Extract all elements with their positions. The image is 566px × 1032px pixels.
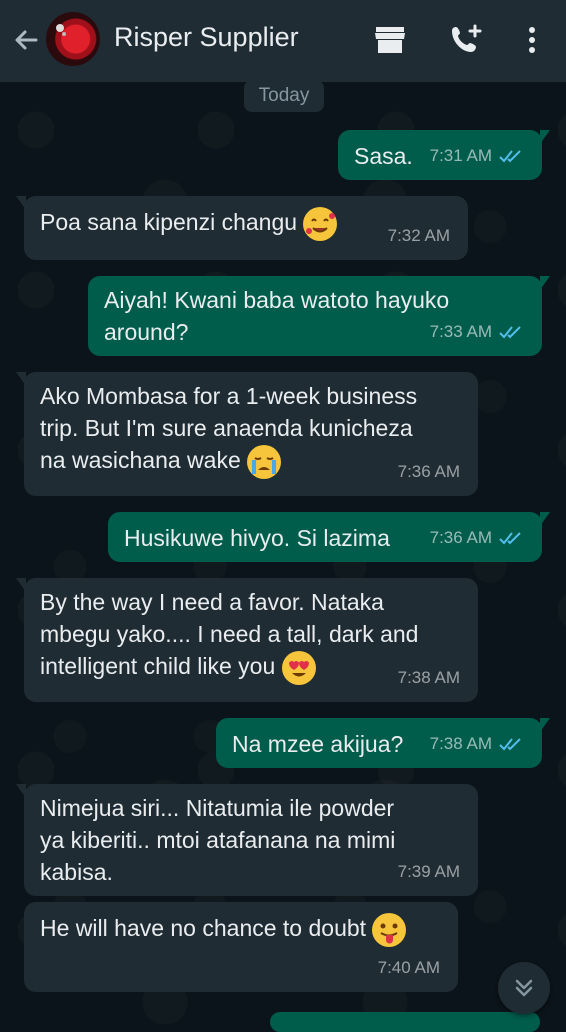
double-check-icon [499, 150, 521, 163]
message-time: 7:32 AM [387, 226, 450, 245]
message-bubble[interactable]: Poa sana kipenzi changu 7:32 AM [16, 196, 468, 260]
message-bubble-partial [270, 1012, 540, 1032]
smiling-face-with-heart-eyes-icon [281, 650, 316, 685]
message-text-line: Aiyah! Kwani baba watoto hayuko [104, 287, 450, 313]
message-bubble[interactable]: By the way I need a favor. Nataka mbegu … [16, 578, 478, 702]
message-time: 7:38 AM [430, 728, 524, 760]
message-text: Sasa. [354, 143, 413, 169]
double-chevron-down-icon[interactable] [498, 962, 550, 1014]
message-text-line: Ako Mombasa for a 1-week business [40, 383, 418, 409]
message-text: Poa sana kipenzi changu [40, 209, 298, 235]
message-text-line: trip. But I'm sure anaenda kunicheza [40, 415, 413, 441]
double-check-icon [499, 326, 521, 339]
contact-name[interactable]: Risper Supplier [114, 22, 299, 53]
message-time: 7:31 AM [430, 140, 524, 172]
face-with-tongue-icon [372, 912, 407, 947]
message-time: 7:36 AM [430, 522, 524, 554]
double-check-icon [499, 532, 521, 545]
smiling-face-with-hearts-icon [303, 206, 338, 241]
message-time: 7:36 AM [397, 462, 460, 481]
message-text-line: Nimejua siri... Nitatumia ile powder [40, 795, 395, 821]
message-bubble[interactable]: Na mzee akijua? 7:38 AM [216, 718, 550, 768]
message-text: Na mzee akijua? [232, 731, 404, 757]
message-text-line: By the way I need a favor. Nataka [40, 589, 384, 615]
storefront-icon[interactable] [372, 22, 408, 58]
date-chip: Today [244, 80, 324, 112]
message-time: 7:39 AM [397, 862, 460, 881]
message-time: 7:33 AM [430, 316, 524, 348]
double-check-icon [499, 738, 521, 751]
message-time: 7:38 AM [397, 668, 460, 687]
message-text-line: intelligent child like you [40, 653, 276, 679]
message-text: Husikuwe hivyo. Si lazima [124, 525, 390, 551]
message-bubble[interactable]: He will have no chance to doubt 7:40 AM [24, 902, 458, 992]
message-bubble[interactable]: Ako Mombasa for a 1-week business trip. … [16, 372, 478, 496]
message-text-line: na wasichana wake [40, 447, 241, 473]
message-text-line: mbegu yako.... I need a tall, dark and [40, 621, 419, 647]
message-bubble[interactable]: Husikuwe hivyo. Si lazima 7:36 AM [108, 512, 550, 562]
message-text-line: ya kiberiti.. mtoi atafanana na mimi [40, 827, 396, 853]
loudly-crying-face-icon [247, 444, 282, 479]
add-call-icon[interactable] [448, 22, 484, 58]
more-vert-icon[interactable] [514, 22, 550, 58]
message-bubble[interactable]: Sasa. 7:31 AM [338, 130, 550, 180]
message-time: 7:40 AM [377, 958, 440, 977]
message-bubble[interactable]: Aiyah! Kwani baba watoto hayuko around? … [88, 276, 550, 356]
chat-header: Risper Supplier [0, 0, 566, 82]
message-text: He will have no chance to doubt [40, 915, 367, 941]
arrow-left-icon[interactable] [10, 24, 42, 56]
message-bubble[interactable]: Nimejua siri... Nitatumia ile powder ya … [16, 784, 478, 896]
avatar[interactable] [46, 12, 100, 66]
